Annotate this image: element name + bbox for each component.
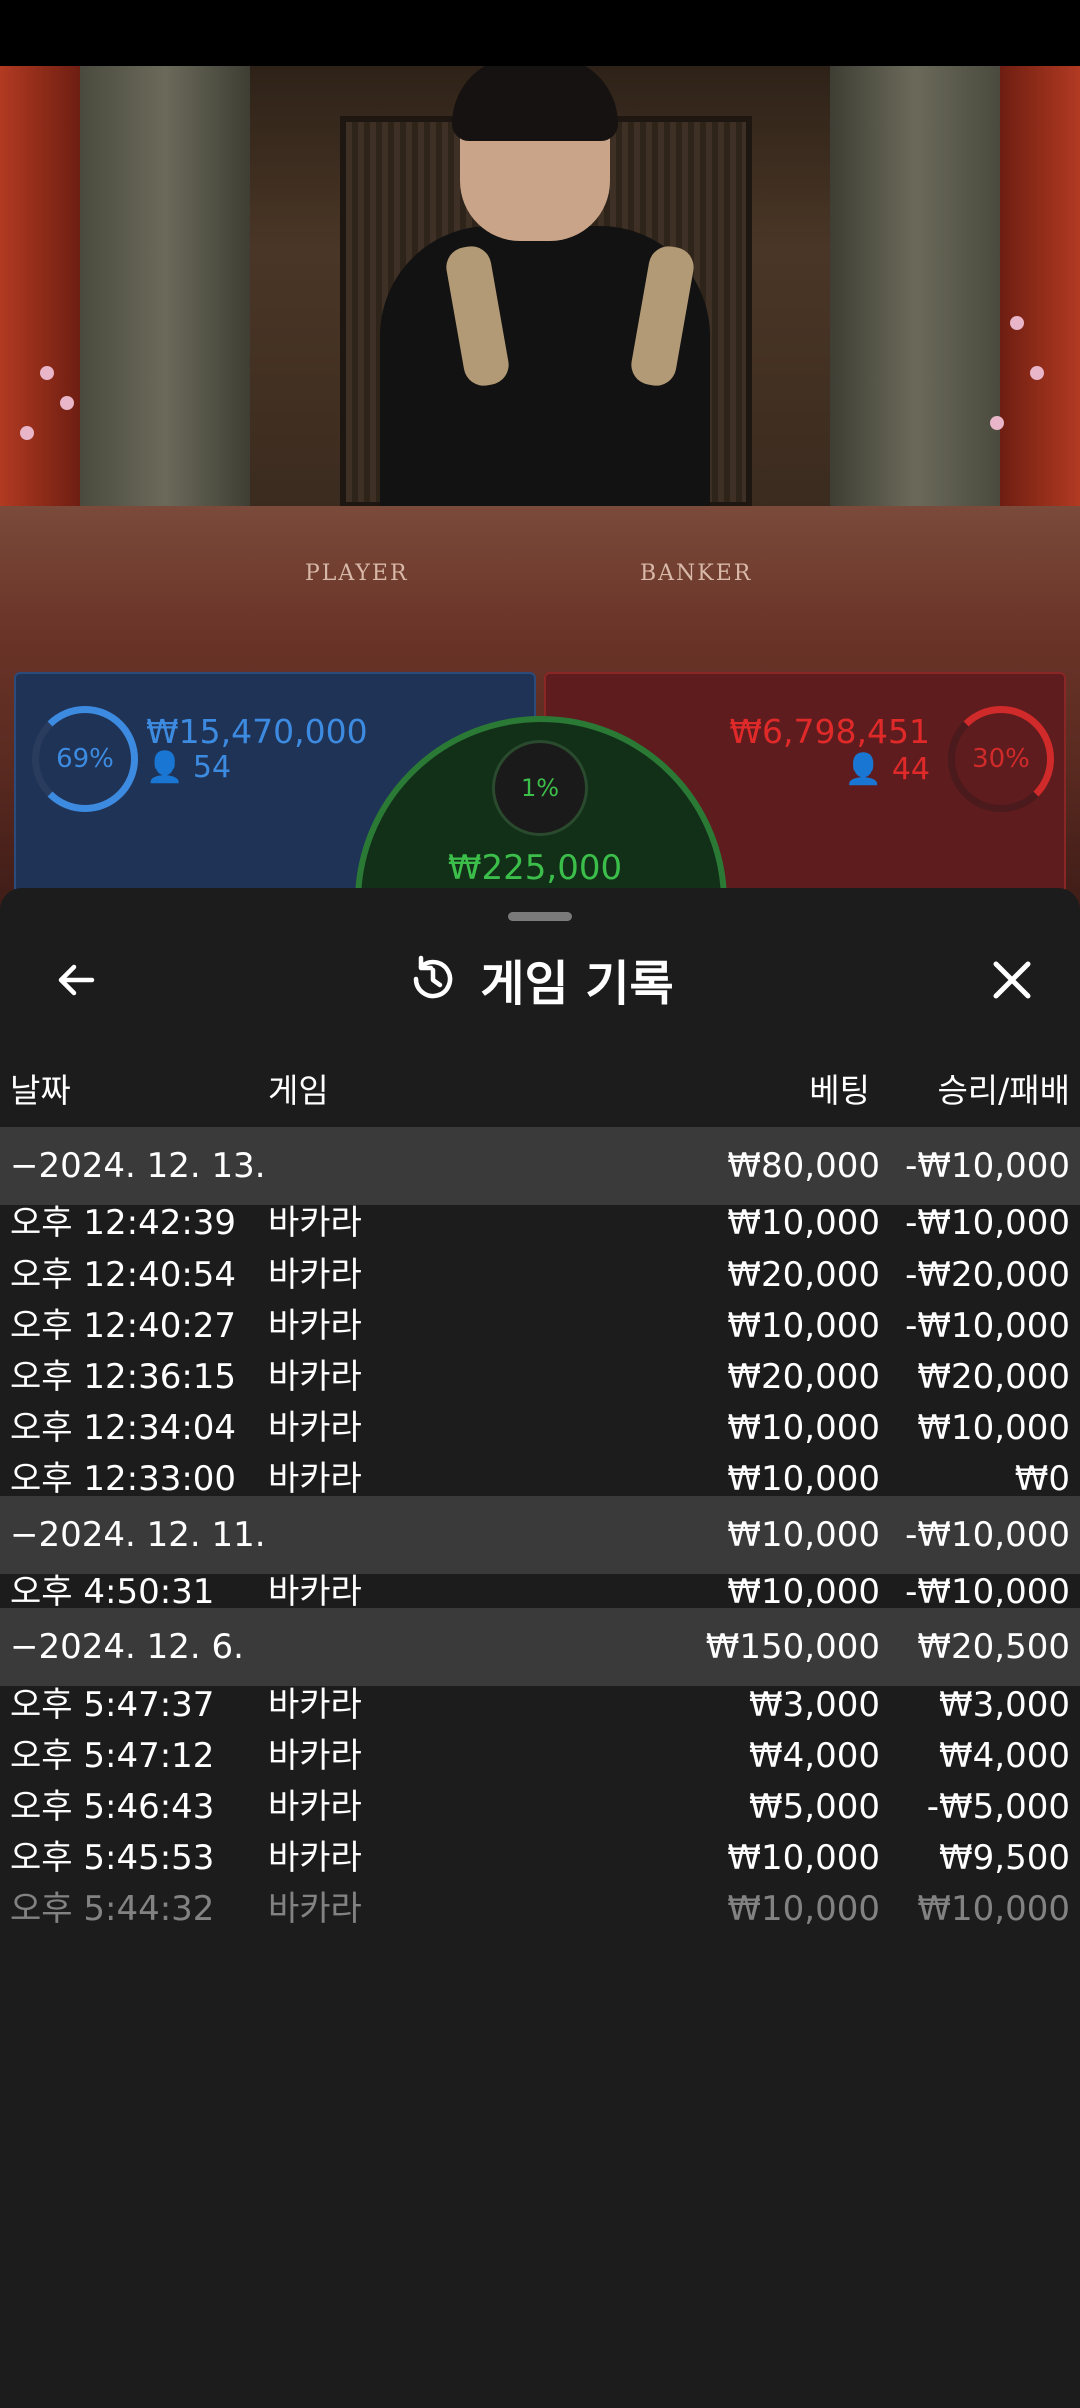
blossom-decor (990, 416, 1004, 430)
decor-pillar-right (830, 66, 1000, 546)
banker-bettor-count: 👤 44 (845, 752, 930, 787)
banker-percent: 30% (972, 744, 1030, 774)
column-header-result: 승리/패배 (937, 1071, 1070, 1110)
player-percent: 69% (56, 744, 114, 774)
decor-pillar-left (80, 66, 250, 546)
player-percent-ring: 69% (32, 706, 138, 812)
blossom-decor (1010, 316, 1024, 330)
blossom-decor (40, 366, 54, 380)
sheet-drag-handle[interactable] (508, 912, 572, 921)
person-icon: 👤 (146, 750, 184, 785)
tie-percent-ring: 1% (492, 740, 588, 836)
tie-percent: 1% (520, 774, 560, 802)
status-bar (0, 0, 1080, 66)
player-count-value: 54 (192, 750, 232, 785)
game-history-sheet: 게임 기록 날짜 게임 베팅 승리/패배 −2024. 12. 13. ₩80,0… (0, 888, 1080, 2408)
column-header-bet: 베팅 (809, 1071, 870, 1110)
column-header-game: 게임 (268, 1071, 329, 1110)
sheet-title: 게임 기록 (480, 956, 674, 1012)
blossom-decor (1030, 366, 1044, 380)
history-result: ₩10,000 (917, 1889, 1070, 1929)
blossom-decor (20, 426, 34, 440)
table-label-player: PLAYER (305, 561, 409, 586)
close-button[interactable] (980, 948, 1044, 1012)
table-label-banker: BANKER (640, 561, 753, 586)
column-header-date: 날짜 (10, 1071, 71, 1110)
history-game: 바카라 (268, 1889, 362, 1929)
history-row: 오후 5:44:32 바카라 ₩10,000 ₩10,000 (0, 1870, 1080, 1948)
sheet-header: 게임 기록 (0, 944, 1080, 1014)
history-bet: ₩10,000 (727, 1889, 880, 1929)
dealer-hair (452, 66, 618, 141)
tie-bet-amount: ₩225,000 (447, 848, 623, 888)
banker-percent-ring: 30% (948, 706, 1054, 812)
banker-count-value: 44 (891, 752, 930, 787)
banker-bet-amount: ₩6,798,451 (729, 712, 930, 751)
history-date: 오후 5:44:32 (10, 1889, 215, 1929)
history-icon (414, 955, 453, 999)
blossom-decor (60, 396, 74, 410)
player-bet-amount: ₩15,470,000 (146, 712, 368, 751)
person-icon: 👤 (844, 752, 883, 787)
player-bettor-count: 👤 54 (146, 750, 231, 785)
close-icon (993, 961, 1031, 999)
